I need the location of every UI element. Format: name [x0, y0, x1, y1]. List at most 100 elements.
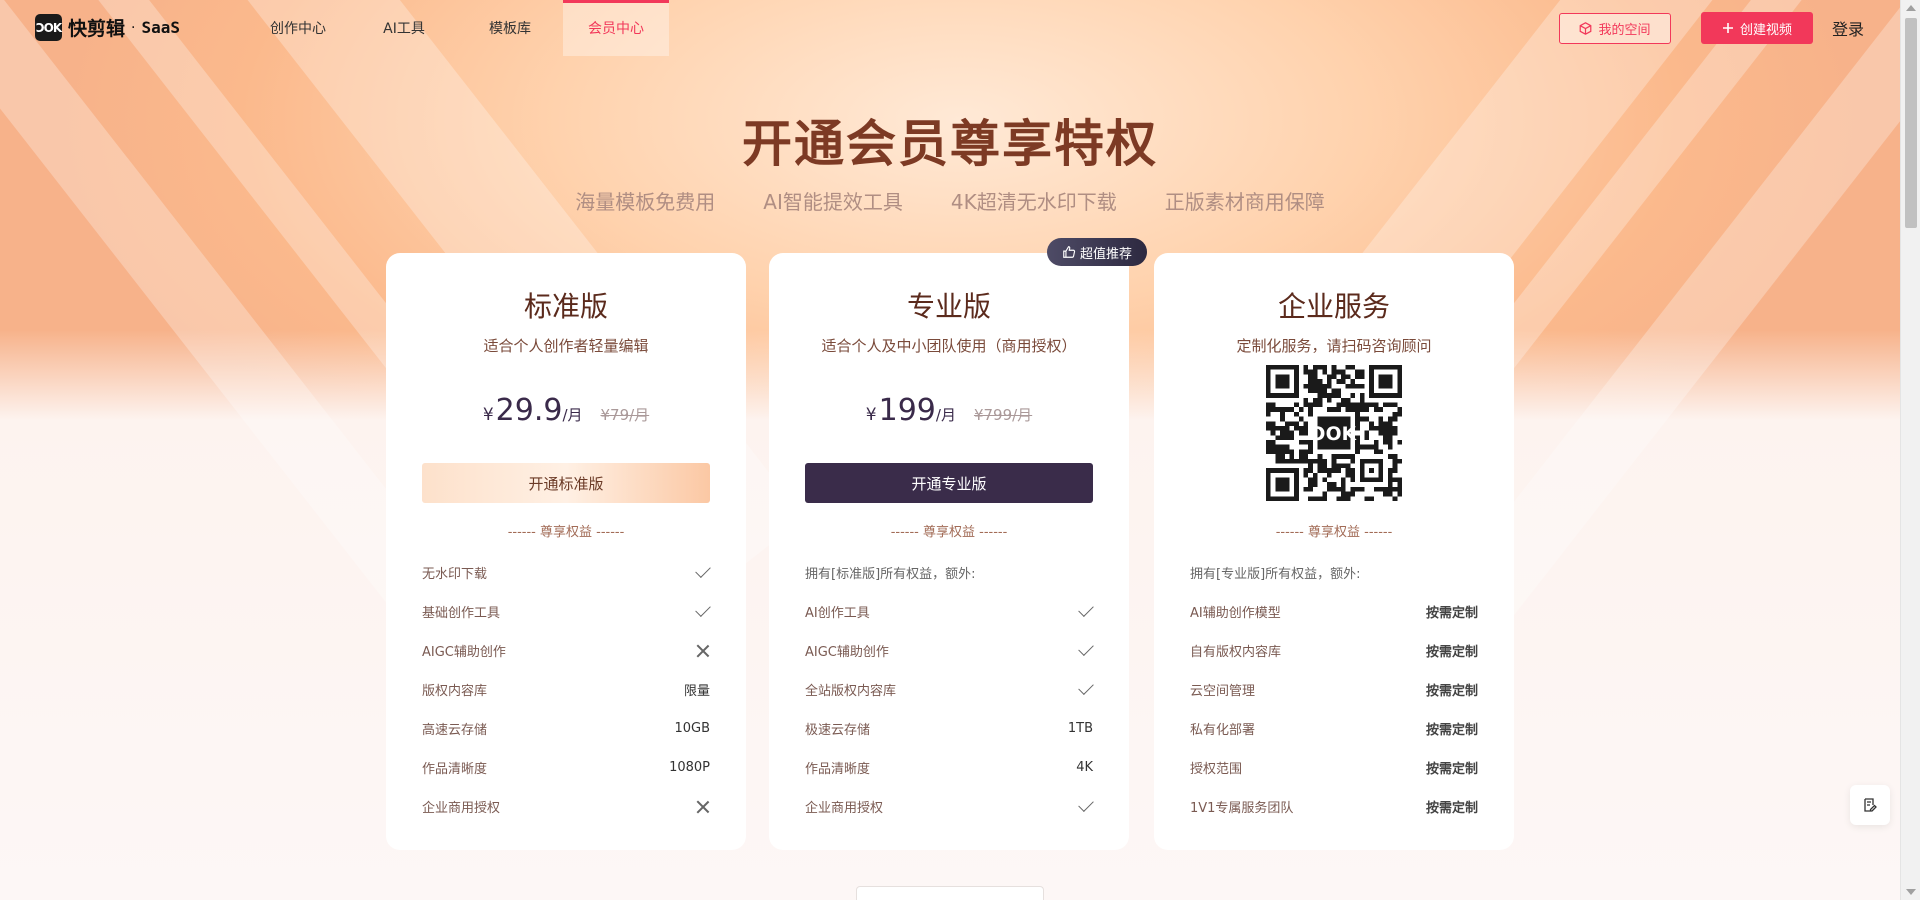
perk-row: 作品清晰度 4K — [805, 748, 1093, 787]
perk-label: 全站版权内容库 — [805, 684, 897, 699]
plan-price: ¥ 29.9 /月 ¥79/月 — [386, 393, 746, 428]
perk-label: 极速云存储 — [805, 723, 871, 738]
open-professional-button[interactable]: 开通专业版 — [805, 463, 1093, 503]
perks-list: 拥有[专业版]所有权益，额外: AI辅助创作模型 按需定制 自有版权内容库 按需定制… — [1190, 553, 1478, 826]
recommend-badge: 超值推荐 — [1047, 238, 1147, 266]
perk-value: 10GB — [674, 721, 710, 736]
perk-value: 按需定制 — [1425, 684, 1478, 699]
perks-list: 拥有[标准版]所有权益，额外: AI创作工具 AIGC辅助创作 全站版权内容库 … — [805, 553, 1094, 826]
perk-row: 版权内容库 限量 — [422, 670, 710, 709]
create-video-button[interactable]: 创建视频 — [1701, 12, 1813, 44]
perk-header: 拥有[专业版]所有权益，额外: — [1190, 553, 1478, 592]
perk-header-text: 拥有[标准版]所有权益，额外: — [805, 567, 976, 582]
nav-item-template-library[interactable]: 模板库 — [457, 0, 563, 56]
perk-row: 自有版权内容库 按需定制 — [1190, 631, 1478, 670]
price-amount: 29.9 — [495, 393, 563, 428]
perk-row: 云空间管理 按需定制 — [1190, 670, 1478, 709]
logo-text: 快剪辑 — [68, 18, 126, 40]
perks-title: ------ 尊享权益 ------ — [1275, 525, 1393, 540]
nav-item-creation-center[interactable]: 创作中心 — [245, 0, 351, 56]
feature-highlights: 海量模板免费用 AI智能提效工具 4K超清无水印下载 正版素材商用保障 — [0, 186, 1900, 215]
perk-value: 按需定制 — [1425, 645, 1478, 660]
perk-value: 限量 — [683, 684, 710, 699]
feature-item: AI智能提效工具 — [763, 190, 903, 214]
my-space-label: 我的空间 — [1598, 23, 1651, 38]
perk-value: 按需定制 — [1425, 762, 1478, 777]
plus-icon — [1722, 23, 1733, 33]
perk-row: 基础创作工具 — [422, 592, 711, 631]
price-original: ¥79/月 — [600, 406, 650, 424]
perk-row: 无水印下载 — [422, 553, 711, 592]
perk-label: AI辅助创作模型 — [1190, 606, 1281, 621]
perk-label: 版权内容库 — [422, 684, 488, 699]
main-nav: 创作中心 AI工具 模板库 会员中心 — [245, 0, 669, 56]
check-icon — [695, 600, 711, 617]
cross-icon — [696, 800, 710, 814]
perk-value: 按需定制 — [1425, 723, 1478, 738]
perk-row: 企业商用授权 — [422, 787, 710, 826]
plan-name: 专业版 — [906, 290, 991, 323]
plan-card-standard: 标准版 适合个人创作者轻量编辑 ¥ 29.9 /月 ¥79/月 开通标准版 --… — [386, 253, 746, 850]
price-original: ¥799/月 — [973, 406, 1033, 424]
plan-description: 定制化服务，请扫码咨询顾问 — [1236, 337, 1432, 355]
perk-label: 自有版权内容库 — [1190, 645, 1282, 660]
plan-description: 适合个人创作者轻量编辑 — [483, 337, 649, 355]
plan-description: 适合个人及中小团队使用（商用授权） — [821, 337, 1077, 355]
perk-row: 私有化部署 按需定制 — [1190, 709, 1478, 748]
perk-row: AI辅助创作模型 按需定制 — [1190, 592, 1478, 631]
price-currency: ¥ — [482, 405, 494, 425]
perk-row: AIGC辅助创作 — [422, 631, 710, 670]
perk-row: 极速云存储 1TB — [805, 709, 1093, 748]
page-scrollbar[interactable] — [1900, 0, 1920, 900]
perk-value: 1TB — [1067, 721, 1093, 736]
feedback-float-button[interactable] — [1850, 785, 1890, 825]
logo-mark: ƆOK — [35, 14, 62, 41]
price-unit: /月 — [562, 406, 583, 424]
perk-label: 1V1专属服务团队 — [1190, 801, 1294, 816]
perk-label: 私有化部署 — [1190, 723, 1256, 738]
cube-icon — [1580, 22, 1592, 35]
badge-label: 超值推荐 — [1079, 246, 1132, 262]
perk-row: 全站版权内容库 — [805, 670, 1094, 709]
perk-row: AIGC辅助创作 — [805, 631, 1094, 670]
perk-label: AIGC辅助创作 — [805, 645, 889, 660]
qr-code: ƆOK — [1266, 365, 1402, 501]
perk-label: 企业商用授权 — [805, 801, 884, 816]
my-space-button[interactable]: 我的空间 — [1559, 13, 1671, 44]
perks-title: ------ 尊享权益 ------ — [507, 525, 625, 540]
plan-name: 标准版 — [523, 290, 608, 323]
logo-separator: · — [131, 19, 136, 36]
cross-icon — [696, 644, 710, 658]
plan-price: ¥ 199 /月 ¥799/月 — [769, 393, 1129, 428]
open-standard-button[interactable]: 开通标准版 — [422, 463, 710, 503]
feature-item: 海量模板免费用 — [575, 190, 716, 214]
perk-label: 无水印下载 — [422, 567, 488, 582]
perk-row: 作品清晰度 1080P — [422, 748, 710, 787]
scroll-thumb[interactable] — [1905, 18, 1917, 228]
login-link[interactable]: 登录 — [1832, 16, 1864, 40]
check-icon — [695, 561, 711, 578]
logo-saas: SaaS — [141, 18, 180, 37]
feature-item: 正版素材商用保障 — [1164, 190, 1325, 214]
thumbs-up-icon — [1063, 246, 1076, 258]
create-video-label: 创建视频 — [1739, 22, 1792, 38]
price-currency: ¥ — [865, 405, 877, 425]
perks-title: ------ 尊享权益 ------ — [890, 525, 1008, 540]
perk-value: 1080P — [669, 760, 710, 775]
plan-card-enterprise: 企业服务 定制化服务，请扫码咨询顾问 ƆOK ------ 尊享权益 -----… — [1154, 253, 1514, 850]
check-icon — [1078, 795, 1094, 812]
perk-label: 基础创作工具 — [422, 606, 501, 621]
perk-value: 按需定制 — [1425, 801, 1478, 816]
perk-header: 拥有[标准版]所有权益，额外: — [805, 553, 1093, 592]
price-unit: /月 — [935, 406, 956, 424]
logo[interactable]: ƆOK 快剪辑 · SaaS — [35, 14, 180, 41]
perk-label: AI创作工具 — [805, 606, 870, 621]
bottom-section-stub — [856, 886, 1044, 900]
perk-label: 作品清晰度 — [805, 762, 871, 777]
perk-value: 按需定制 — [1425, 606, 1478, 621]
nav-item-ai-tools[interactable]: AI工具 — [351, 0, 457, 56]
nav-item-member-center[interactable]: 会员中心 — [563, 0, 669, 56]
scroll-up-arrow[interactable] — [1906, 5, 1916, 11]
perk-row: 企业商用授权 — [805, 787, 1094, 826]
scroll-down-arrow[interactable] — [1906, 889, 1916, 895]
